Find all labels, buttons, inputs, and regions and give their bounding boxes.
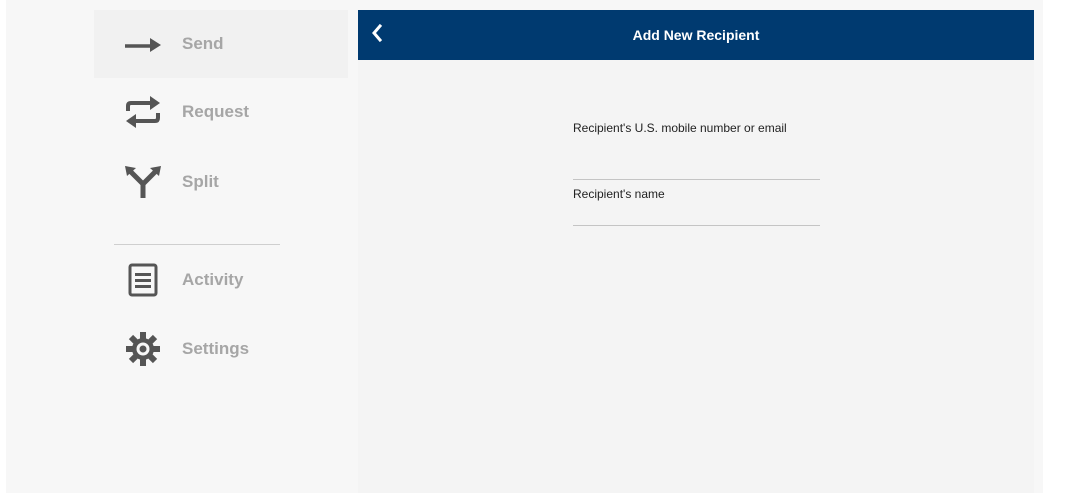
list-icon: [124, 261, 162, 299]
sidebar-item-label: Split: [182, 172, 219, 191]
sidebar-item-settings[interactable]: Settings: [94, 315, 348, 383]
header-bar: Add New Recipient: [358, 10, 1034, 60]
arrow-right-icon: [124, 25, 162, 63]
back-button[interactable]: [362, 19, 392, 51]
sidebar-item-label: Send: [182, 34, 224, 53]
sidebar-item-split[interactable]: Split: [94, 148, 348, 216]
recipient-form: Recipient's U.S. mobile number or email …: [573, 122, 820, 226]
name-field-label: Recipient's name: [573, 187, 665, 201]
sidebar-item-label: Request: [182, 102, 250, 121]
contact-field[interactable]: Recipient's U.S. mobile number or email: [573, 122, 820, 180]
name-field[interactable]: Recipient's name: [573, 180, 820, 226]
sidebar-divider: [114, 244, 280, 245]
sidebar-item-request[interactable]: Request: [94, 78, 348, 146]
contact-field-label: Recipient's U.S. mobile number or email: [573, 121, 787, 135]
split-icon: [124, 163, 162, 201]
sidebar-item-label: Settings: [182, 339, 250, 358]
gear-icon: [124, 330, 162, 368]
sidebar-item-activity[interactable]: Activity: [94, 246, 348, 314]
chevron-left-icon: [371, 23, 383, 47]
main-panel: Add New Recipient Recipient's U.S. mobil…: [358, 10, 1034, 493]
sidebar-item-send[interactable]: Send: [94, 10, 348, 78]
app-window: Send Request Split Activity Settings Add…: [6, 0, 1043, 493]
swap-arrows-icon: [124, 93, 162, 131]
sidebar: Send Request Split Activity Settings: [6, 0, 348, 493]
sidebar-item-label: Activity: [182, 270, 244, 289]
page-title: Add New Recipient: [632, 27, 760, 43]
